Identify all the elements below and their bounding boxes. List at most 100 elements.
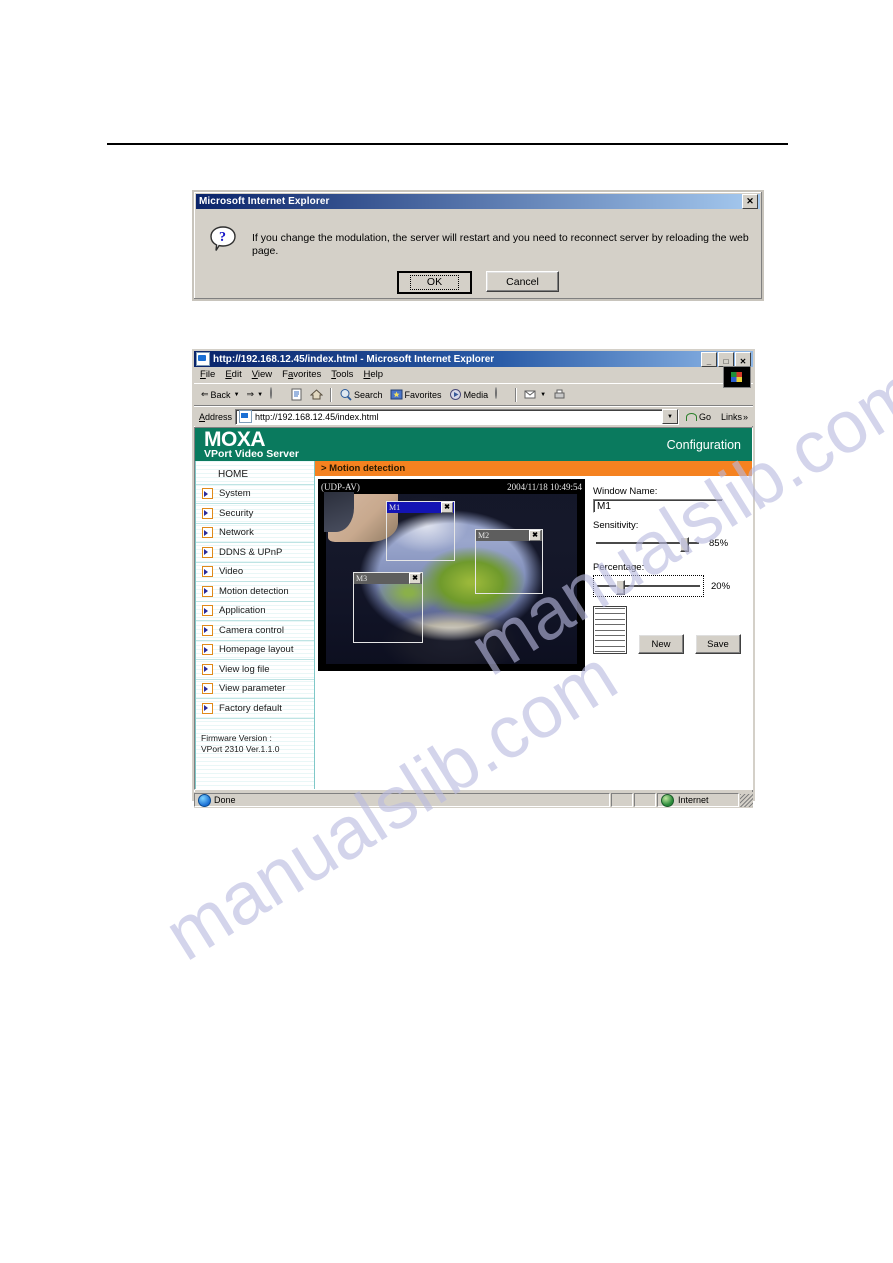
menu-item-favorites[interactable]: Favorites xyxy=(282,369,321,380)
close-icon[interactable]: ✖ xyxy=(529,530,541,541)
maximize-icon[interactable]: □ xyxy=(718,351,734,367)
arrow-box-icon xyxy=(202,605,213,617)
sidebar-item-view-log-file[interactable]: View log file xyxy=(196,660,314,680)
media-icon xyxy=(449,388,462,401)
history-icon xyxy=(495,387,508,401)
close-icon[interactable]: ✕ xyxy=(742,194,758,209)
links-button[interactable]: Links » xyxy=(718,412,751,422)
print-button[interactable] xyxy=(551,388,568,401)
window-name-input[interactable]: M1 xyxy=(593,499,723,513)
motion-window-m3[interactable]: M3 ✖ xyxy=(353,572,423,643)
brand-logo: MOXA VPort Video Server xyxy=(195,429,299,460)
favorites-button[interactable]: Favorites xyxy=(388,388,444,401)
address-input[interactable]: http://192.168.12.45/index.html ▼ xyxy=(235,408,679,425)
address-bar: Address http://192.168.12.45/index.html … xyxy=(194,406,753,426)
close-icon[interactable]: ✖ xyxy=(409,573,421,584)
video-stream[interactable]: (UDP-AV) 2004/11/18 10:49:54 M1 ✖ M2 ✖ M… xyxy=(318,479,585,671)
media-button-label: Media xyxy=(463,389,489,400)
history-button[interactable] xyxy=(493,387,510,401)
motion-window-area[interactable] xyxy=(354,584,422,642)
go-arrow-icon xyxy=(685,411,697,422)
stop-button[interactable] xyxy=(268,387,285,401)
sidebar-item-system[interactable]: System xyxy=(196,485,314,504)
motion-window-m1[interactable]: M1 ✖ xyxy=(386,501,455,561)
motion-window-title-bar[interactable]: M3 ✖ xyxy=(354,573,422,584)
mail-button[interactable]: ▼ xyxy=(522,388,548,401)
motion-window-name: M1 xyxy=(389,502,401,512)
sidebar-item-video[interactable]: Video xyxy=(196,563,314,582)
save-button[interactable]: Save xyxy=(695,634,741,654)
media-button[interactable]: Media xyxy=(447,388,491,401)
menu-item-help[interactable]: Help xyxy=(363,369,383,380)
percentage-value: 20% xyxy=(711,580,731,592)
percentage-slider[interactable] xyxy=(597,579,700,595)
minimize-icon[interactable]: _ xyxy=(701,351,717,367)
back-button-label: Back xyxy=(210,389,231,400)
firmware-info: Firmware Version : VPort 2310 Ver.1.1.0 xyxy=(196,719,314,755)
refresh-button[interactable] xyxy=(288,388,305,401)
home-button[interactable] xyxy=(308,388,325,401)
menu-item-edit[interactable]: Edit xyxy=(225,369,241,380)
arrow-box-icon xyxy=(202,488,213,500)
firmware-label: Firmware Version : xyxy=(201,732,272,743)
page-icon xyxy=(196,352,210,366)
go-button[interactable]: Go xyxy=(682,411,715,422)
favorites-button-label: Favorites xyxy=(404,389,442,400)
links-button-label: Links xyxy=(720,411,742,422)
motion-window-title-bar[interactable]: M2 ✖ xyxy=(476,530,542,541)
arrow-box-icon xyxy=(202,644,213,656)
browser-toolbar: ⇐ Back ▼ ⇒ ▼ Search Favorites Media ▼ xyxy=(194,383,753,406)
search-button[interactable]: Search xyxy=(337,388,385,401)
status-bar: Done Internet xyxy=(194,792,753,808)
search-button-label: Search xyxy=(354,389,383,400)
sidebar-item-homepage-layout[interactable]: Homepage layout xyxy=(196,641,314,660)
menu-item-file[interactable]: File xyxy=(200,369,215,380)
menu-item-view[interactable]: View xyxy=(252,369,272,380)
sensitivity-slider[interactable] xyxy=(596,536,699,552)
sidebar-item-camera-control[interactable]: Camera control xyxy=(196,621,314,641)
firmware-value: VPort 2310 Ver.1.1.0 xyxy=(201,743,280,754)
forward-button[interactable]: ⇒ ▼ xyxy=(245,389,266,400)
slider-thumb[interactable] xyxy=(680,537,689,552)
arrow-box-icon xyxy=(202,624,213,636)
refresh-icon xyxy=(290,388,303,401)
menu-item-tools[interactable]: Tools xyxy=(331,369,353,380)
sidebar-item-home[interactable]: HOME xyxy=(196,465,314,485)
back-button[interactable]: ⇐ Back ▼ xyxy=(199,389,242,400)
motion-window-area[interactable] xyxy=(387,513,454,560)
motion-window-m2[interactable]: M2 ✖ xyxy=(475,529,543,594)
motion-window-title-bar[interactable]: M1 ✖ xyxy=(387,502,454,513)
toolbar-separator xyxy=(330,387,333,402)
sidebar-item-network[interactable]: Network xyxy=(196,524,314,543)
sidebar-item-ddns-upnp[interactable]: DDNS & UPnP xyxy=(196,543,314,563)
mail-icon xyxy=(524,388,537,401)
sidebar-item-security[interactable]: Security xyxy=(196,504,314,524)
new-button[interactable]: New xyxy=(638,634,684,654)
sidebar-item-view-parameter[interactable]: View parameter xyxy=(196,680,314,699)
close-icon[interactable]: ✕ xyxy=(735,351,751,367)
slider-track xyxy=(597,585,700,587)
sidebar-item-label: View parameter xyxy=(219,683,286,695)
sidebar-item-factory-default[interactable]: Factory default xyxy=(196,699,314,719)
menu-bar: File Edit View Favorites Tools Help xyxy=(194,366,753,388)
window-name-label: Window Name: xyxy=(593,486,658,497)
motion-window-name: M2 xyxy=(478,530,490,540)
back-arrow-icon: ⇐ xyxy=(201,389,209,399)
ok-button[interactable]: OK xyxy=(397,271,472,295)
resize-grip xyxy=(740,793,753,807)
close-icon[interactable]: ✖ xyxy=(441,502,453,513)
sensitivity-value: 85% xyxy=(709,537,729,549)
slider-thumb[interactable] xyxy=(616,580,625,595)
motion-window-area[interactable] xyxy=(476,541,542,593)
sidebar-item-label: System xyxy=(219,488,251,500)
forward-arrow-icon: ⇒ xyxy=(246,389,255,399)
search-icon xyxy=(339,388,352,401)
video-panel: (UDP-AV) 2004/11/18 10:49:54 M1 ✖ M2 ✖ M… xyxy=(318,479,585,671)
sidebar-item-application[interactable]: Application xyxy=(196,602,314,621)
modal-dialog: Microsoft Internet Explorer ✕ ? If you c… xyxy=(192,190,764,301)
cancel-button[interactable]: Cancel xyxy=(486,271,559,293)
sidebar-item-motion-detection[interactable]: Motion detection xyxy=(196,582,314,602)
chevron-down-icon[interactable]: ▼ xyxy=(661,409,678,424)
sidebar-item-label: Video xyxy=(219,566,244,578)
arrow-box-icon xyxy=(202,702,213,714)
